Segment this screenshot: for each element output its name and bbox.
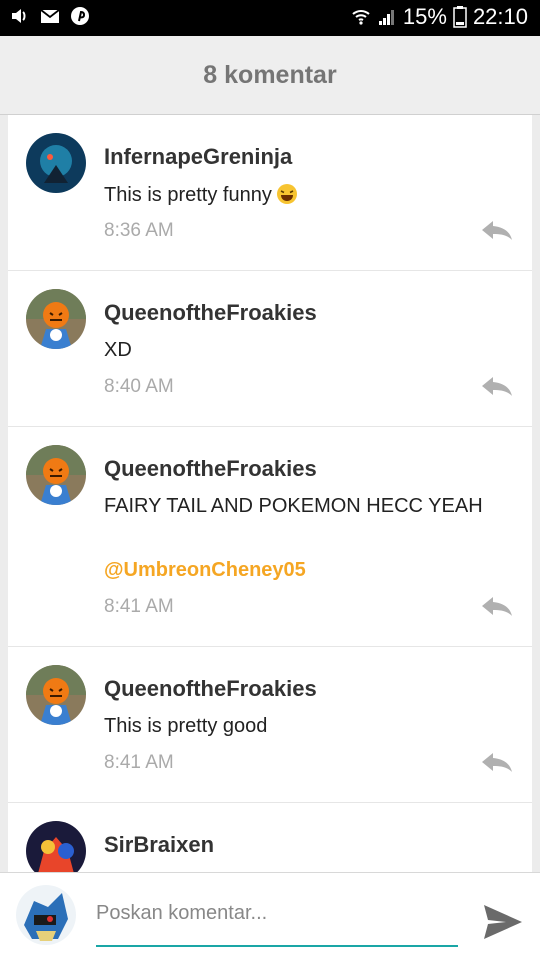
comment-author[interactable]: QueenoftheFroakies (104, 456, 317, 482)
volume-icon (12, 9, 26, 23)
comment-list[interactable]: InfernapeGreninja This is pretty funny 8… (8, 115, 532, 872)
comment-author[interactable]: QueenoftheFroakies (104, 676, 317, 702)
avatar[interactable] (26, 289, 86, 349)
comments-header: 8 komentar (0, 36, 540, 115)
comment-text: This is pretty good (104, 715, 268, 737)
comment-composer (0, 872, 540, 961)
avatar[interactable] (26, 821, 86, 872)
comment-item: QueenoftheFroakies XD 8:40 AM (8, 271, 532, 427)
comment-timestamp: 8:41 AM (104, 596, 174, 617)
battery-percent: 15% (402, 4, 447, 29)
reply-icon[interactable] (480, 751, 514, 773)
mention-link[interactable]: @UmbreonCheney05 (104, 559, 306, 582)
comment-input[interactable] (96, 899, 458, 925)
comment-item: SirBraixen (8, 803, 532, 872)
reply-icon[interactable] (480, 375, 514, 397)
avatar[interactable] (26, 665, 86, 725)
comment-timestamp: 8:40 AM (104, 376, 174, 397)
laughing-emoji-icon (276, 184, 297, 204)
battery-icon (453, 6, 467, 28)
comment-text: XD (104, 339, 132, 361)
comment-author[interactable]: SirBraixen (104, 832, 214, 858)
mail-icon (40, 9, 60, 23)
page-title: 8 komentar (203, 60, 337, 89)
send-icon[interactable] (482, 903, 524, 941)
reply-icon[interactable] (480, 595, 514, 617)
comment-item: InfernapeGreninja This is pretty funny 8… (8, 115, 532, 271)
avatar[interactable] (26, 133, 86, 193)
comment-item: QueenoftheFroakies This is pretty good 8… (8, 647, 532, 803)
avatar[interactable] (26, 445, 86, 505)
status-icons-left (10, 6, 90, 26)
avatar[interactable] (16, 885, 76, 945)
status-icons-right: 15% 22:10 (351, 4, 528, 30)
wifi-icon (352, 10, 370, 25)
status-bar: 15% 22:10 (0, 0, 540, 36)
comment-author[interactable]: InfernapeGreninja (104, 144, 292, 170)
reply-icon[interactable] (480, 219, 514, 241)
clock: 22:10 (472, 4, 528, 29)
comment-text: FAIRY TAIL AND POKEMON HECC YEAH (104, 495, 483, 517)
comment-item: QueenoftheFroakies FAIRY TAIL AND POKEMO… (8, 427, 532, 647)
comment-text: This is pretty funny (104, 183, 298, 207)
comment-timestamp: 8:41 AM (104, 752, 174, 773)
comment-timestamp: 8:36 AM (104, 220, 174, 241)
pinterest-icon (71, 7, 89, 25)
comment-author[interactable]: QueenoftheFroakies (104, 300, 317, 326)
comment-input-wrapper (96, 899, 458, 947)
signal-icon (378, 10, 394, 25)
